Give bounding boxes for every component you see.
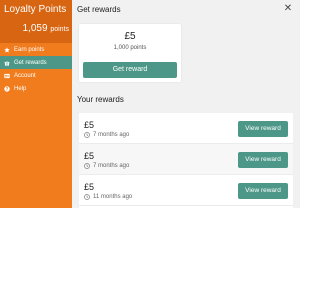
get-reward-button[interactable]: Get reward <box>83 62 177 78</box>
list-item: £5 11 months ago View reward <box>79 175 293 206</box>
view-reward-button[interactable]: View reward <box>238 152 288 168</box>
clock-icon <box>84 163 90 169</box>
points-balance: 1,059 points <box>23 23 70 34</box>
reward-time-text: 11 months ago <box>93 194 133 200</box>
sidebar-title: Loyalty Points <box>4 4 67 15</box>
gift-icon <box>3 59 11 67</box>
close-icon[interactable]: ✕ <box>283 4 293 14</box>
star-icon <box>3 46 11 54</box>
page-title: Get rewards <box>77 5 121 14</box>
reward-cost: 1,000 points <box>113 45 147 51</box>
app-window: Loyalty Points 1,059 points Earn points … <box>0 0 300 300</box>
sidebar-item-label: Earn points <box>14 46 45 53</box>
sidebar-item-account[interactable]: Account <box>0 69 72 82</box>
points-value: 1,059 <box>22 23 48 34</box>
your-rewards-title: Your rewards <box>77 95 124 104</box>
reward-amount: £5 <box>84 151 95 161</box>
sidebar-item-help[interactable]: ? Help <box>0 82 72 95</box>
reward-card: £5 1,000 points Get reward <box>79 24 181 82</box>
clock-icon <box>84 132 90 138</box>
view-reward-button[interactable]: View reward <box>238 183 288 199</box>
rewards-list: £5 7 months ago View reward £5 7 months … <box>79 113 293 208</box>
reward-time-text: 7 months ago <box>93 163 130 169</box>
reward-amount: £5 <box>124 31 136 42</box>
reward-amount: £5 <box>84 182 95 192</box>
reward-time: 11 months ago <box>84 194 132 200</box>
account-icon <box>3 72 11 80</box>
sidebar: Loyalty Points 1,059 points Earn points … <box>0 0 72 208</box>
main-panel: Get rewards ✕ £5 1,000 points Get reward… <box>72 0 300 208</box>
points-unit: points <box>50 26 69 33</box>
sidebar-item-label: Get rewards <box>14 59 47 66</box>
reward-time-text: 7 months ago <box>93 132 130 138</box>
clock-icon <box>84 194 90 200</box>
sidebar-item-earn-points[interactable]: Earn points <box>0 43 72 56</box>
view-reward-button[interactable]: View reward <box>238 121 288 137</box>
sidebar-item-get-rewards[interactable]: Get rewards <box>0 56 72 69</box>
reward-amount: £5 <box>84 120 95 130</box>
list-item: £5 7 months ago View reward <box>79 113 293 144</box>
help-icon: ? <box>3 85 11 93</box>
reward-time: 7 months ago <box>84 132 129 138</box>
sidebar-nav: Earn points Get rewards Account ? Help <box>0 43 72 95</box>
sidebar-header: Loyalty Points 1,059 points <box>0 0 72 43</box>
sidebar-item-label: Help <box>14 85 27 92</box>
reward-time: 7 months ago <box>84 163 129 169</box>
sidebar-item-label: Account <box>14 72 36 79</box>
list-item: £5 7 months ago View reward <box>79 144 293 175</box>
